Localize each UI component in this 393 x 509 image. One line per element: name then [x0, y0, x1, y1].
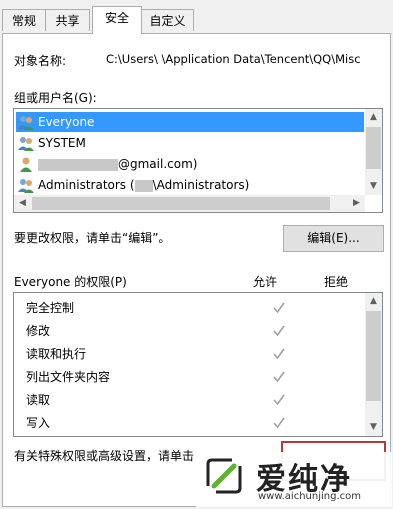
scroll-thumb[interactable]: [366, 311, 381, 401]
scroll-down-icon[interactable]: ▼: [365, 419, 382, 436]
brand-logo-icon: [206, 458, 242, 494]
permission-row: 完全控制: [26, 298, 366, 318]
allow-column-header: 允许: [253, 275, 278, 289]
permissions-vertical-scrollbar[interactable]: ▲ ▼: [365, 293, 382, 436]
deny-column-header: 拒绝: [324, 275, 349, 289]
scroll-right-icon[interactable]: ▶: [348, 195, 365, 212]
permission-name: 读取: [26, 393, 51, 407]
group-users-icon: [18, 179, 34, 193]
object-name-value: C:\Users\ \Application Data\Tencent\QQ\M…: [106, 52, 361, 66]
redacted-block: [38, 158, 118, 171]
permission-row: 列出文件夹内容: [26, 367, 366, 387]
redacted-block: [134, 179, 153, 192]
scroll-up-icon[interactable]: ▲: [365, 109, 382, 126]
group-users-icon: [18, 137, 34, 151]
list-item-everyone[interactable]: Everyone: [16, 112, 364, 132]
advanced-hint-text: 有关特殊权限或高级设置，请单击: [14, 449, 195, 463]
edit-button[interactable]: 编辑(E)...: [283, 225, 384, 252]
permission-row: 读取: [26, 390, 366, 410]
user-name: @gmail.com): [38, 154, 197, 174]
permission-row: 修改: [26, 321, 366, 341]
permission-row: 读取和执行: [26, 344, 366, 364]
watermark: 爱纯净 www.aichunjing.com: [196, 452, 392, 507]
checkmark-icon: [273, 325, 285, 337]
watermark-url: www.aichunjing.com: [258, 491, 361, 502]
tab-sharing[interactable]: 共享: [45, 9, 90, 31]
checkmark-icon: [273, 417, 285, 429]
scroll-left-icon[interactable]: ◀: [14, 195, 31, 212]
permission-name: 写入: [26, 416, 51, 430]
users-vertical-scrollbar[interactable]: ▲ ▼: [365, 109, 382, 195]
user-name: Everyone: [38, 115, 95, 129]
scroll-thumb[interactable]: [366, 127, 381, 169]
tab-general[interactable]: 常规: [2, 9, 46, 31]
users-listbox[interactable]: Everyone SYSTEM @gmail.com) Administrato…: [13, 108, 383, 213]
permissions-title: Everyone 的权限(P): [14, 275, 127, 289]
tab-customize[interactable]: 自定义: [141, 9, 194, 31]
group-or-user-label: 组或用户名(G):: [14, 91, 97, 105]
permission-name: 完全控制: [26, 301, 75, 315]
checkmark-icon: [273, 348, 285, 360]
group-users-icon: [18, 116, 34, 130]
permission-name: 读取和执行: [26, 347, 87, 361]
permission-row: 写入: [26, 413, 366, 433]
tab-security[interactable]: 安全: [92, 6, 142, 34]
tab-strip: 常规 共享 安全 自定义: [0, 0, 393, 36]
checkmark-icon: [273, 371, 285, 383]
user-name: SYSTEM: [38, 136, 86, 150]
checkmark-icon: [273, 302, 285, 314]
user-name: Administrators (\Administrators): [38, 178, 250, 192]
permission-name: 列出文件夹内容: [26, 370, 111, 384]
users-horizontal-scrollbar[interactable]: ◀ ▶: [14, 195, 365, 212]
permission-name: 修改: [26, 324, 51, 338]
scroll-thumb[interactable]: [32, 197, 330, 210]
checkmark-icon: [273, 394, 285, 406]
object-name-label: 对象名称:: [14, 54, 67, 68]
scroll-up-icon[interactable]: ▲: [365, 293, 382, 310]
scroll-down-icon[interactable]: ▼: [365, 178, 382, 195]
permissions-list: 完全控制 修改 读取和执行 列出文件夹内容 读取 写入 ▲ ▼: [13, 292, 383, 437]
edit-hint-text: 要更改权限，请单击“编辑”。: [14, 231, 171, 245]
user-icon: [20, 157, 32, 172]
